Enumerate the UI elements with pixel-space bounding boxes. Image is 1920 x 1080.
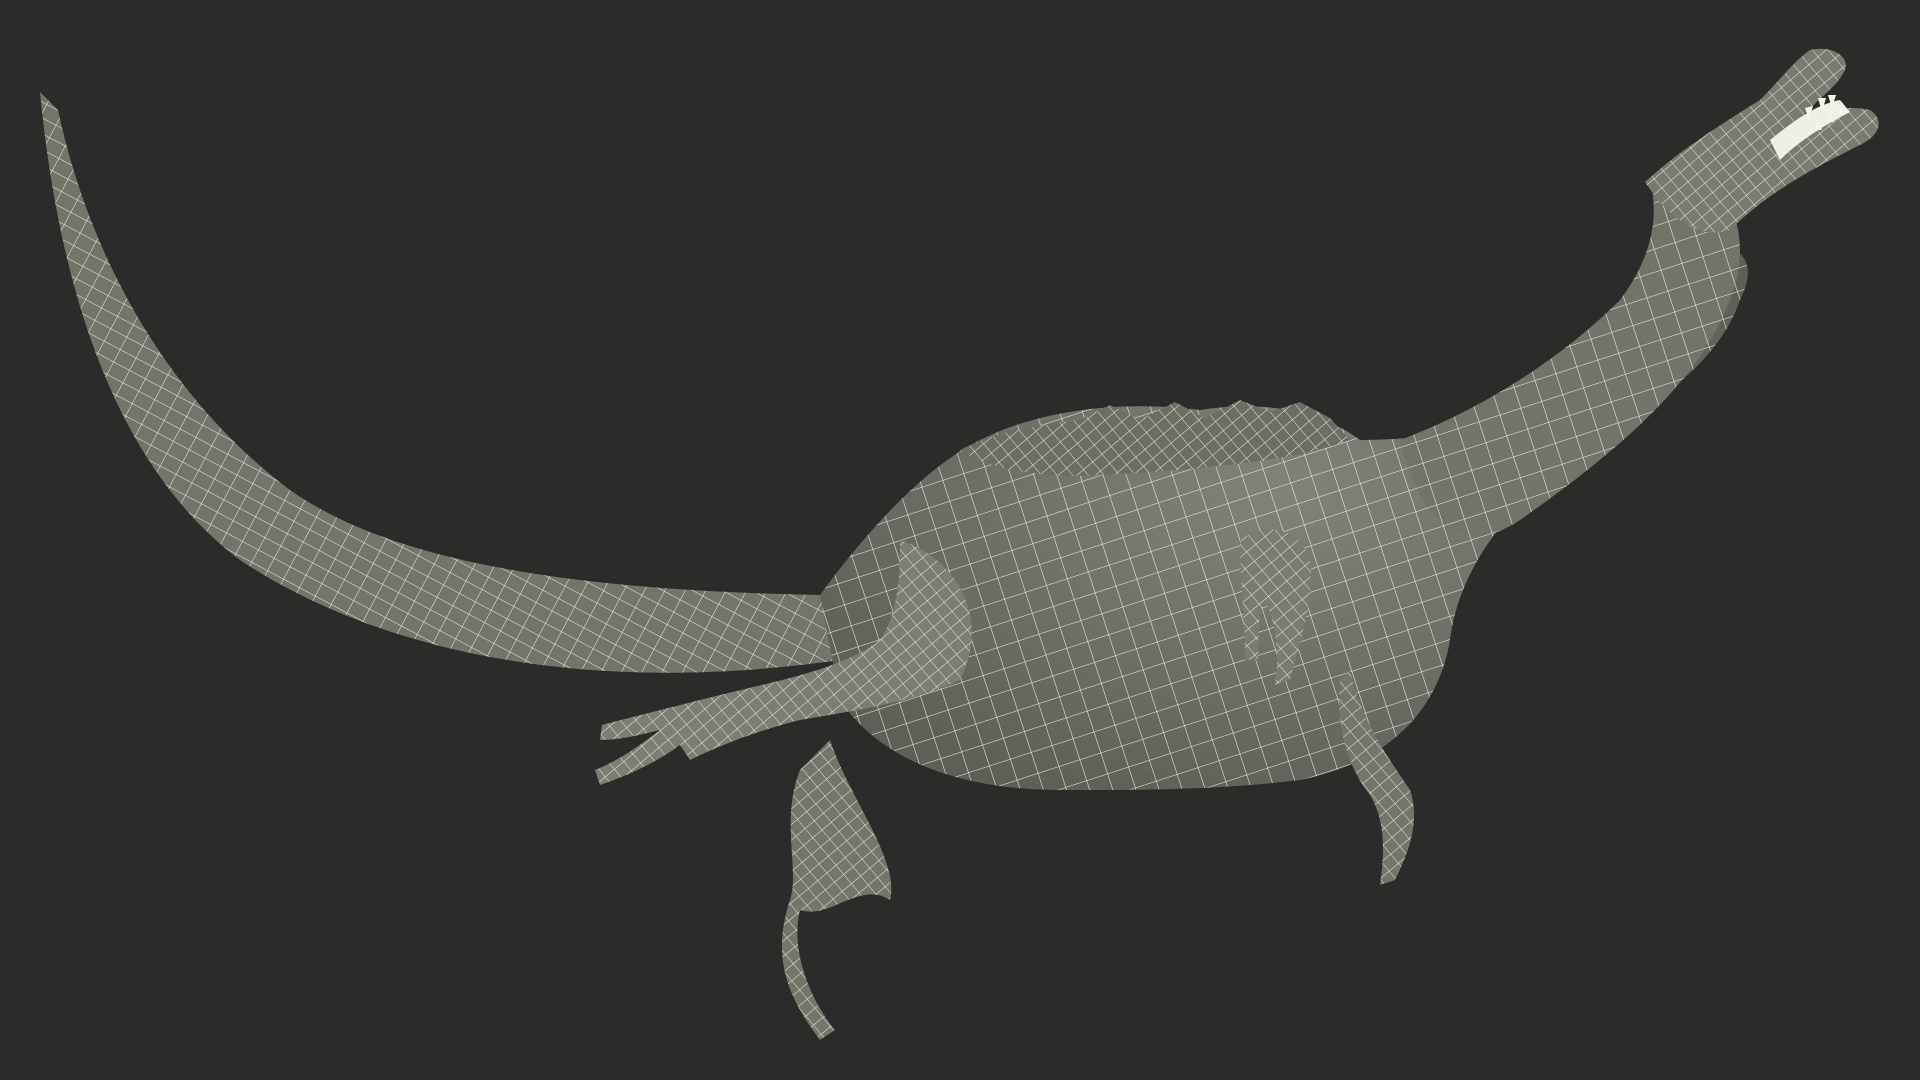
- crocodile-wireframe: [40, 48, 1879, 1040]
- viewport: [0, 0, 1920, 1080]
- hind-leg-back: [781, 740, 892, 1040]
- tail: [40, 92, 840, 673]
- head: [1645, 48, 1879, 233]
